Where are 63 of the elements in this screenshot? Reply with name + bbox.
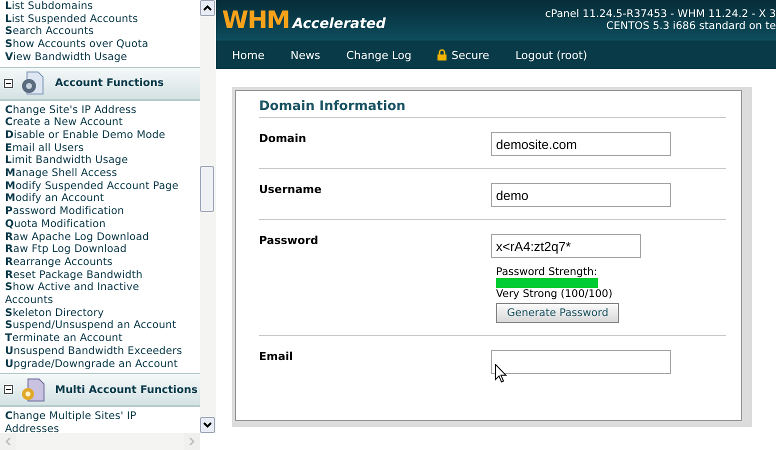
scroll-left-button[interactable]	[0, 433, 16, 450]
strength-label: Password Strength:	[495, 266, 598, 278]
sidebar-link[interactable]: Upgrade/Downgrade an Account	[5, 358, 189, 370]
sidebar-link[interactable]: Disable or Enable Demo Mode	[5, 128, 189, 142]
vertical-scrollbar[interactable]	[200, 0, 216, 433]
nav-link[interactable]: News	[280, 48, 330, 62]
scroll-down-button[interactable]	[200, 417, 215, 433]
nav-link[interactable]: Change Log	[336, 48, 422, 62]
nav-link[interactable]: Logout (root)	[505, 48, 598, 62]
input-field[interactable]: demo	[491, 183, 671, 207]
field-label: Username	[259, 183, 323, 198]
sidebar-link[interactable]: Manage Shell Access	[5, 167, 189, 180]
version-text: CENTOS 5.3 i686 standard on te	[605, 20, 776, 32]
section-title: Domain Information	[259, 99, 726, 118]
section-header[interactable]: Account Functions	[0, 66, 200, 101]
sidebar-link[interactable]: Create a New Account	[5, 116, 189, 129]
sidebar-link[interactable]: Password Modification	[5, 205, 189, 218]
sidebar-link[interactable]: Show Accounts over Quota	[5, 38, 189, 51]
nav-link[interactable]: Secure	[427, 48, 500, 62]
horizontal-scrollbar[interactable]	[0, 433, 200, 450]
field-label: Email	[259, 350, 294, 365]
sidebar-link[interactable]: Modify Suspended Account Page	[5, 180, 189, 192]
sidebar-link[interactable]: Modify an Account	[5, 192, 189, 206]
sidebar-link[interactable]: Reset Package Bandwidth	[5, 268, 189, 282]
sidebar-link[interactable]: Raw Apache Log Download	[5, 230, 189, 244]
gear-document-icon	[19, 378, 45, 402]
strength-text: Very Strong (100/100)	[495, 288, 612, 300]
logo: WHM Accelerated	[222, 6, 386, 34]
sidebar-link[interactable]: View Bandwidth Usage	[5, 50, 189, 64]
nav-link[interactable]: Home	[222, 48, 274, 62]
scroll-thumb[interactable]	[200, 166, 214, 212]
sidebar-link[interactable]: Suspend/Unsuspend an Account	[5, 319, 189, 332]
sidebar-link[interactable]: Change Site's IP Address	[5, 104, 189, 116]
sidebar-link[interactable]: Terminate an Account	[5, 332, 189, 345]
caret-left-icon	[5, 437, 11, 446]
field-label: Domain	[259, 132, 308, 147]
collapse-icon[interactable]	[4, 78, 13, 88]
caret-down-icon	[203, 422, 212, 428]
version-text: cPanel 11.24.5-R37453 - WHM 11.24.2 - X 3	[545, 8, 776, 20]
lock-icon	[437, 49, 448, 61]
sidebar-link[interactable]: Email all Users	[5, 142, 189, 154]
input-field[interactable]: demosite.com	[491, 132, 671, 156]
sidebar-link[interactable]: Rearrange Accounts	[5, 256, 189, 269]
sidebar-link[interactable]: Unsuspend Bandwidth Exceeders	[5, 344, 189, 358]
sidebar-link[interactable]: Skeleton Directory	[5, 306, 189, 320]
sidebar-link[interactable]: List Suspended Accounts	[5, 12, 189, 26]
gear-document-icon	[19, 71, 45, 96]
sidebar-link[interactable]: Change Multiple Sites' IP Addresses	[5, 410, 189, 433]
sidebar-link[interactable]: List Subdomains	[5, 0, 189, 13]
sidebar-link[interactable]: Limit Bandwidth Usage	[5, 154, 189, 168]
scroll-up-button[interactable]	[200, 0, 215, 16]
collapse-icon[interactable]	[4, 385, 13, 394]
section-header[interactable]: Multi Account Functions	[0, 373, 200, 408]
field-label: Password	[259, 234, 320, 249]
password-field[interactable]: x<rA4:zt2q7*	[491, 234, 641, 258]
sidebar-link[interactable]: Raw Ftp Log Download	[5, 243, 189, 256]
sidebar-link[interactable]: Quota Modification	[5, 218, 189, 231]
input-field[interactable]	[491, 350, 671, 374]
caret-right-icon	[189, 437, 195, 446]
mouse-pointer-icon	[495, 364, 507, 383]
caret-up-icon	[203, 5, 212, 11]
sidebar-link[interactable]: Search Accounts	[5, 25, 189, 38]
generate-password-button[interactable]: Generate Password	[496, 303, 620, 323]
